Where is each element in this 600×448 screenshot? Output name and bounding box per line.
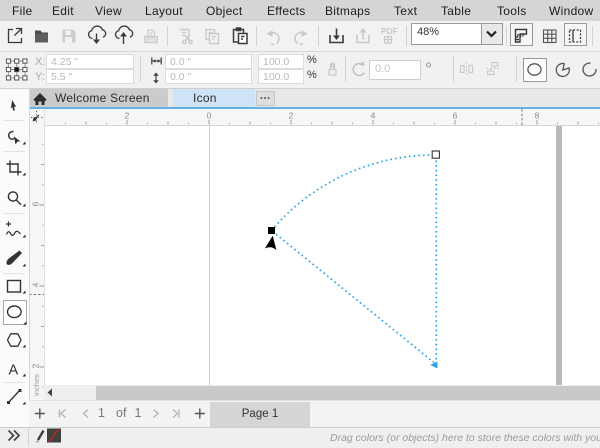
svg-text:2: 2 [289, 111, 294, 121]
svg-text:A: A [9, 363, 19, 379]
svg-text:PDF: PDF [381, 26, 398, 36]
svg-text:8: 8 [535, 111, 540, 121]
svg-text:6: 6 [31, 201, 41, 206]
svg-text:0: 0 [207, 111, 212, 121]
svg-text:4: 4 [371, 111, 376, 121]
svg-text:2: 2 [31, 363, 41, 368]
svg-text:4: 4 [31, 282, 41, 287]
svg-text:6: 6 [453, 111, 458, 121]
svg-text:2: 2 [125, 111, 130, 121]
svg-text:inches: inches [32, 374, 41, 396]
